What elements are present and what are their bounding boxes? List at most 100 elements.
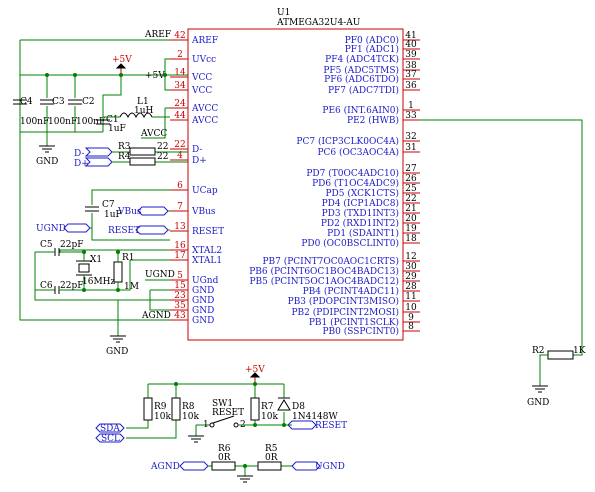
left-pin-number: 13 — [174, 222, 186, 232]
avcc-wire — [152, 107, 170, 118]
right-pin-name: PB5 (PCINT5OC1AOC4BADC12) — [249, 276, 399, 287]
vcc34-wire — [164, 75, 170, 91]
left-pin-name: GND — [192, 296, 214, 306]
ugnd-port-1 — [63, 223, 91, 233]
left-pin-number: 5 — [177, 271, 183, 281]
aref-net-label: AREF — [144, 30, 171, 40]
c6-val: 22pF — [60, 281, 83, 291]
r3-symbol — [129, 147, 156, 156]
r3-ref: R3 — [118, 142, 131, 152]
left-pin-number: 14 — [174, 68, 186, 78]
reset-label-2: RESET — [315, 421, 347, 431]
hwb-wire — [420, 119, 583, 356]
ground-icon — [532, 385, 548, 393]
left-pin-name: VCC — [191, 86, 212, 96]
reset-port-1 — [135, 225, 169, 235]
dplus-port — [84, 157, 113, 167]
left-pin-name: VBus — [191, 207, 216, 217]
u1-part: ATMEGA32U4-AU — [276, 18, 361, 28]
right-pin-name: PF1 (ADC1) — [345, 44, 399, 55]
c3-ref: C3 — [52, 97, 65, 107]
r6-val: 0R — [218, 453, 231, 463]
c2-symbol — [68, 99, 82, 105]
right-pin-number: 26 — [405, 174, 417, 184]
junction — [82, 288, 86, 292]
right-pin-name: PD2 (RXD1INT2) — [321, 218, 399, 229]
right-pin-name: PD4 (ICP1ADC8) — [322, 198, 399, 209]
r8-symbol — [171, 397, 181, 421]
right-pin-name: PB6 (PCINT6OC1BOC4BADC13) — [249, 266, 399, 277]
diode-icon — [277, 397, 291, 411]
agnd-label-1: AGND — [141, 311, 171, 321]
left-pin-name: AVCC — [191, 116, 218, 126]
left-pin-number: 35 — [174, 301, 186, 311]
r7-symbol — [250, 397, 260, 421]
vcc-label-1: +5V — [112, 55, 132, 65]
sw1-val: RESET — [212, 408, 244, 418]
left-pin-name: AVCC — [191, 104, 218, 114]
left-pin-number: 43 — [174, 311, 186, 321]
l1-val: 1uH — [134, 106, 154, 116]
right-pin-number: 29 — [405, 272, 417, 282]
r9-wires — [126, 384, 149, 429]
c2-val: 100nF — [76, 117, 105, 127]
left-pin-name: GND — [192, 286, 214, 296]
ugnd-label-1: UGND — [36, 224, 66, 234]
right-pin-name: PE2 (HWB) — [347, 115, 399, 126]
switch-contact — [233, 422, 239, 428]
left-pin-number: 6 — [177, 181, 183, 191]
ground-icon — [110, 335, 126, 343]
right-pin-number: 36 — [405, 81, 417, 91]
right-pin-number: 12 — [405, 252, 416, 262]
junction — [116, 250, 120, 254]
right-pin-number: 18 — [405, 234, 417, 244]
right-pin-name: PB3 (PDOPCINT3MISO) — [288, 296, 399, 307]
r2-gnd-wire — [539, 354, 548, 386]
right-pin-name: PC6 (OC3AOC4A) — [317, 147, 399, 158]
c2-ref: C2 — [82, 97, 95, 107]
c4-val: 100nF — [20, 117, 49, 127]
sda-label: SDA — [100, 424, 120, 434]
r2-val: 1K — [573, 346, 586, 356]
dminus-port — [84, 147, 113, 157]
u1-ref: U1 — [277, 8, 290, 18]
c5-ref: C5 — [40, 240, 53, 250]
r7-val: 10k — [261, 412, 278, 422]
r2-symbol — [547, 350, 574, 360]
vbus-port — [137, 206, 169, 216]
r4-ref: R4 — [118, 152, 131, 162]
right-pin-name: PC7 (ICP3CLK0OC4A) — [296, 136, 399, 147]
left-pin-name: XTAL1 — [192, 256, 222, 266]
r7-ref: R7 — [261, 402, 274, 412]
r4-val: 22 — [157, 152, 168, 162]
right-pin-number: 30 — [405, 262, 417, 272]
right-pin-number: 39 — [405, 50, 417, 60]
left-pin-number: 22 — [174, 140, 185, 150]
right-pin-number: 25 — [405, 184, 417, 194]
right-pin-number: 11 — [405, 292, 416, 302]
right-pin-name: PD6 (T1OC4ADC9) — [312, 178, 399, 189]
r5-symbol — [257, 461, 282, 471]
ground-icon — [188, 435, 204, 443]
right-pin-name: PF6 (ADC6TDO) — [324, 74, 399, 85]
left-pin-name: RESET — [192, 227, 224, 237]
switch-contact — [209, 422, 215, 428]
reset-label-1: RESET — [108, 226, 140, 236]
c6-ref: C6 — [40, 281, 53, 291]
crystal-icon — [78, 263, 90, 273]
d8-ref: D8 — [292, 402, 305, 412]
right-pin-number: 19 — [405, 224, 417, 234]
r9-symbol — [143, 397, 153, 421]
right-pin-name: PD1 (SDAINT1) — [327, 228, 399, 239]
left-pin-name: AREF — [191, 36, 218, 46]
left-pin-name: UGnd — [192, 276, 219, 286]
r8-val: 10k — [182, 412, 199, 422]
left-pin-number: 23 — [174, 291, 186, 301]
vcc-label-2: +5V — [145, 71, 165, 81]
r4-symbol — [129, 157, 156, 166]
ugnd-label-3: UGND — [315, 462, 345, 472]
left-pin-name: D+ — [192, 156, 207, 166]
junction — [116, 288, 120, 292]
left-pin-name: GND — [192, 316, 214, 326]
reset-port-2 — [287, 420, 317, 430]
